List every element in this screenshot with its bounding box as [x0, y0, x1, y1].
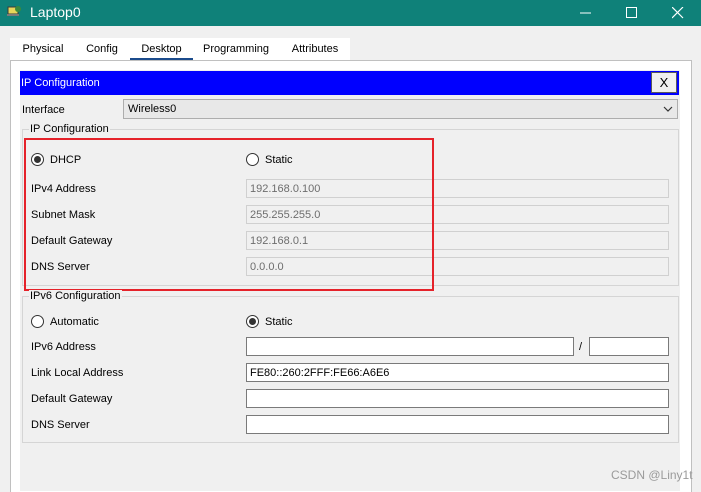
radio-selected-dot	[249, 318, 256, 325]
panel-header: IP Configuration	[20, 71, 679, 95]
title-bar: Laptop0	[0, 0, 701, 26]
interface-label: Interface	[22, 104, 65, 116]
window-title: Laptop0	[30, 4, 81, 20]
maximize-icon	[626, 7, 637, 18]
tab-programming[interactable]: Programming	[198, 38, 274, 60]
ipv6-gateway-field[interactable]	[246, 389, 669, 408]
prefix-separator: /	[579, 341, 583, 353]
minimize-icon	[580, 12, 591, 14]
close-panel-button[interactable]: X	[651, 72, 677, 93]
chevron-down-icon	[663, 106, 673, 112]
ipv6-static-radio[interactable]	[246, 315, 259, 328]
link-local-field[interactable]: FE80::260:2FFF:FE66:A6E6	[246, 363, 669, 382]
interface-value: Wireless0	[128, 103, 177, 115]
ipv6-automatic-label: Automatic	[50, 316, 99, 328]
laptop-app-icon	[7, 6, 21, 16]
ipv6-gateway-label: Default Gateway	[31, 393, 113, 405]
tab-physical[interactable]: Physical	[14, 38, 72, 60]
ipv6-group-title: IPv6 Configuration	[29, 290, 122, 302]
ipv6-dns-field[interactable]	[246, 415, 669, 434]
link-local-value: FE80::260:2FFF:FE66:A6E6	[250, 367, 390, 379]
ipv6-dns-label: DNS Server	[31, 419, 90, 431]
watermark: CSDN @Liny1t	[611, 468, 693, 482]
interface-select[interactable]: Wireless0	[123, 99, 678, 119]
ipv6-address-label: IPv6 Address	[31, 341, 96, 353]
ipv4-group-title: IP Configuration	[29, 123, 110, 135]
ipv6-static-label: Static	[265, 316, 293, 328]
highlight-box	[24, 138, 434, 291]
minimize-button[interactable]	[563, 0, 609, 26]
ipv6-automatic-radio[interactable]	[31, 315, 44, 328]
tab-desktop[interactable]: Desktop	[130, 38, 193, 60]
tab-config[interactable]: Config	[78, 38, 126, 60]
ipv6-address-field[interactable]	[246, 337, 574, 356]
close-window-button[interactable]	[655, 0, 701, 26]
ipv6-prefix-field[interactable]	[589, 337, 669, 356]
link-local-label: Link Local Address	[31, 367, 124, 379]
panel-title: IP Configuration	[21, 77, 100, 89]
tab-strip: Physical Config Desktop Programming Attr…	[10, 38, 350, 60]
tab-attributes[interactable]: Attributes	[282, 38, 348, 60]
maximize-button[interactable]	[609, 0, 655, 26]
close-icon	[672, 7, 684, 19]
